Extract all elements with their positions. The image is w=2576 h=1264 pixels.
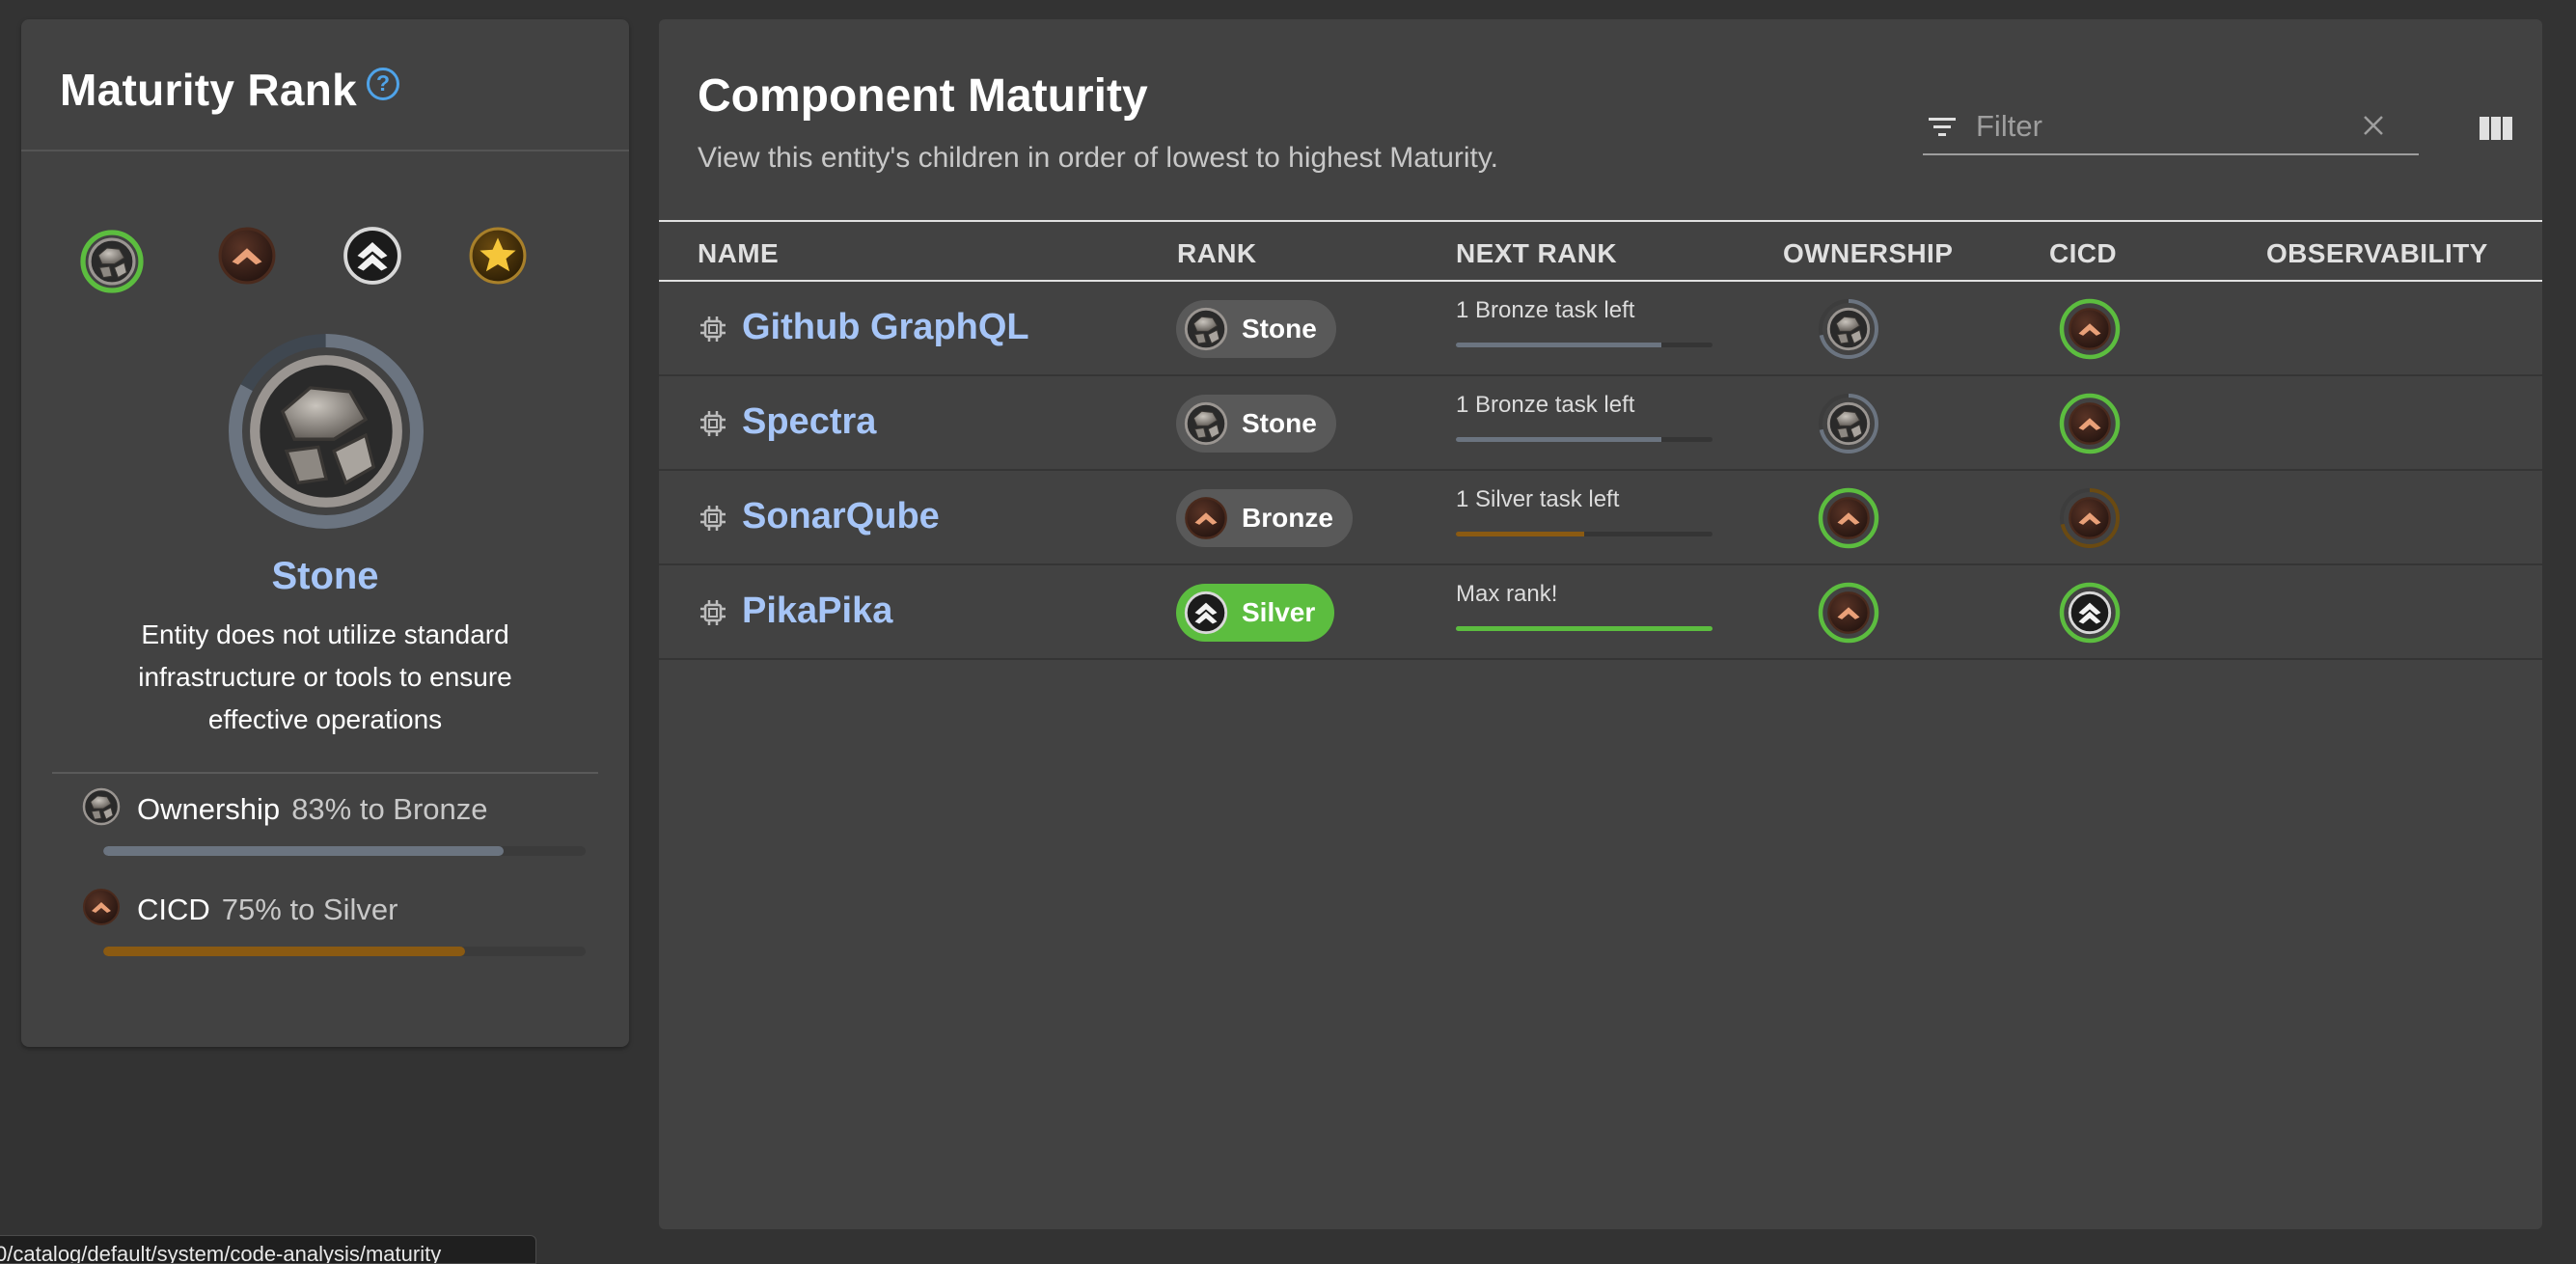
component-name-link[interactable]: PikaPika bbox=[742, 591, 892, 632]
bronze-tier-icon bbox=[218, 227, 276, 285]
category-progress-bar bbox=[103, 947, 586, 956]
cicd-bronze-badge-icon bbox=[2060, 488, 2120, 548]
next-rank-text: Max rank! bbox=[1456, 581, 1558, 607]
column-header-observability[interactable]: OBSERVABILITY bbox=[2266, 238, 2488, 269]
tier-row bbox=[21, 212, 629, 293]
rank-chip: Silver bbox=[1176, 584, 1335, 642]
ownership-bronze-badge-icon bbox=[1818, 487, 1879, 549]
cicd-bronze-badge-icon bbox=[2059, 298, 2121, 360]
rank-chip: Stone bbox=[1176, 300, 1336, 358]
bronze-badge-icon bbox=[83, 889, 120, 925]
divider bbox=[52, 772, 598, 774]
column-header-next-rank[interactable]: NEXT RANK bbox=[1456, 238, 1617, 269]
clear-filter-icon[interactable] bbox=[2359, 111, 2388, 140]
next-rank-text: 1 Bronze task left bbox=[1456, 392, 1635, 418]
category-name: CICD bbox=[137, 893, 210, 926]
current-rank-description: Entity does not utilize standard infrast… bbox=[138, 619, 512, 734]
filter-input[interactable] bbox=[1976, 103, 2362, 150]
view-columns-icon[interactable] bbox=[2478, 111, 2514, 146]
next-rank-progress-fill bbox=[1456, 343, 1661, 347]
component-maturity-card: Component Maturity View this entity's ch… bbox=[659, 19, 2542, 1229]
cicd-bronze-badge-icon bbox=[2059, 393, 2121, 454]
table-header: NAME RANK NEXT RANK OWNERSHIP CICD OBSER… bbox=[659, 220, 2542, 282]
category-progress-text: 83% to Bronze bbox=[291, 792, 488, 826]
component-maturity-subtitle: View this entity's children in order of … bbox=[698, 142, 1498, 174]
table-row: Github GraphQL Stone 1 Bronze task left bbox=[659, 282, 2542, 376]
category-progress-text: 75% to Silver bbox=[221, 893, 398, 926]
current-rank-name: Stone bbox=[271, 555, 379, 597]
next-rank-progress-bar bbox=[1456, 626, 1713, 631]
category-name: Ownership bbox=[137, 792, 281, 826]
ownership-bronze-badge-icon bbox=[1818, 582, 1879, 644]
next-rank-progress-bar bbox=[1456, 437, 1713, 442]
stone-tier-icon bbox=[80, 230, 144, 293]
component-icon bbox=[699, 504, 727, 533]
rank-chip-label: Bronze bbox=[1242, 503, 1333, 533]
next-rank-progress-fill bbox=[1456, 437, 1661, 442]
category-row-ownership: Ownership 83% to Bronze bbox=[82, 787, 586, 874]
maturity-rank-title: Maturity Rank bbox=[60, 64, 358, 115]
stone-badge-icon bbox=[255, 360, 397, 503]
ownership-stone-badge-icon bbox=[1819, 394, 1878, 453]
category-progress-fill bbox=[103, 947, 465, 956]
component-name-link[interactable]: Spectra bbox=[742, 401, 876, 443]
silver-badge-icon bbox=[1184, 591, 1228, 635]
silver-tier-icon bbox=[343, 227, 401, 285]
stone-badge-icon bbox=[1184, 401, 1228, 446]
category-row-cicd: CICD 75% to Silver bbox=[82, 888, 586, 975]
gold-tier-icon bbox=[469, 227, 527, 285]
next-rank-text: 1 Bronze task left bbox=[1456, 297, 1635, 323]
rank-chip: Stone bbox=[1176, 395, 1336, 453]
next-rank-text: 1 Silver task left bbox=[1456, 486, 1620, 512]
table-row: SonarQube Bronze 1 Silver task left bbox=[659, 471, 2542, 565]
ownership-stone-badge-icon bbox=[1819, 299, 1878, 359]
column-header-name[interactable]: NAME bbox=[698, 238, 779, 269]
next-rank-progress-fill bbox=[1456, 626, 1713, 631]
help-circle-icon[interactable]: ? bbox=[367, 67, 400, 100]
component-icon bbox=[699, 315, 727, 343]
rank-chip-label: Stone bbox=[1242, 314, 1317, 343]
category-progress-bar bbox=[103, 846, 586, 856]
table-row: PikaPika Silver Max rank! bbox=[659, 565, 2542, 660]
category-progress-fill bbox=[103, 846, 504, 856]
filter-field[interactable] bbox=[1923, 101, 2419, 155]
next-rank-progress-fill bbox=[1456, 532, 1584, 536]
rank-chip: Bronze bbox=[1176, 489, 1353, 547]
rank-chip-label: Silver bbox=[1242, 597, 1316, 627]
stone-badge-icon bbox=[82, 787, 121, 826]
cicd-silver-badge-icon bbox=[2059, 582, 2121, 644]
next-rank-progress-bar bbox=[1456, 532, 1713, 536]
component-name-link[interactable]: SonarQube bbox=[742, 496, 940, 537]
component-icon bbox=[699, 598, 727, 627]
component-icon bbox=[699, 409, 727, 438]
stone-badge-icon bbox=[1184, 307, 1228, 351]
maturity-rank-header: Maturity Rank ? bbox=[21, 19, 629, 151]
table-row: Spectra Stone 1 Bronze task left bbox=[659, 376, 2542, 471]
component-maturity-title: Component Maturity bbox=[698, 70, 1148, 122]
column-header-rank[interactable]: RANK bbox=[1177, 238, 1256, 269]
bronze-badge-icon bbox=[1185, 497, 1227, 539]
current-rank-badge bbox=[229, 334, 424, 529]
next-rank-progress-bar bbox=[1456, 343, 1713, 347]
column-header-ownership[interactable]: OWNERSHIP bbox=[1783, 238, 1953, 269]
rank-chip-label: Stone bbox=[1242, 408, 1317, 438]
component-name-link[interactable]: Github GraphQL bbox=[742, 307, 1029, 348]
maturity-rank-card: Maturity Rank ? Stone Entity does not ut… bbox=[21, 19, 629, 1047]
filter-icon bbox=[1929, 118, 1956, 136]
column-header-cicd[interactable]: CICD bbox=[2049, 238, 2117, 269]
